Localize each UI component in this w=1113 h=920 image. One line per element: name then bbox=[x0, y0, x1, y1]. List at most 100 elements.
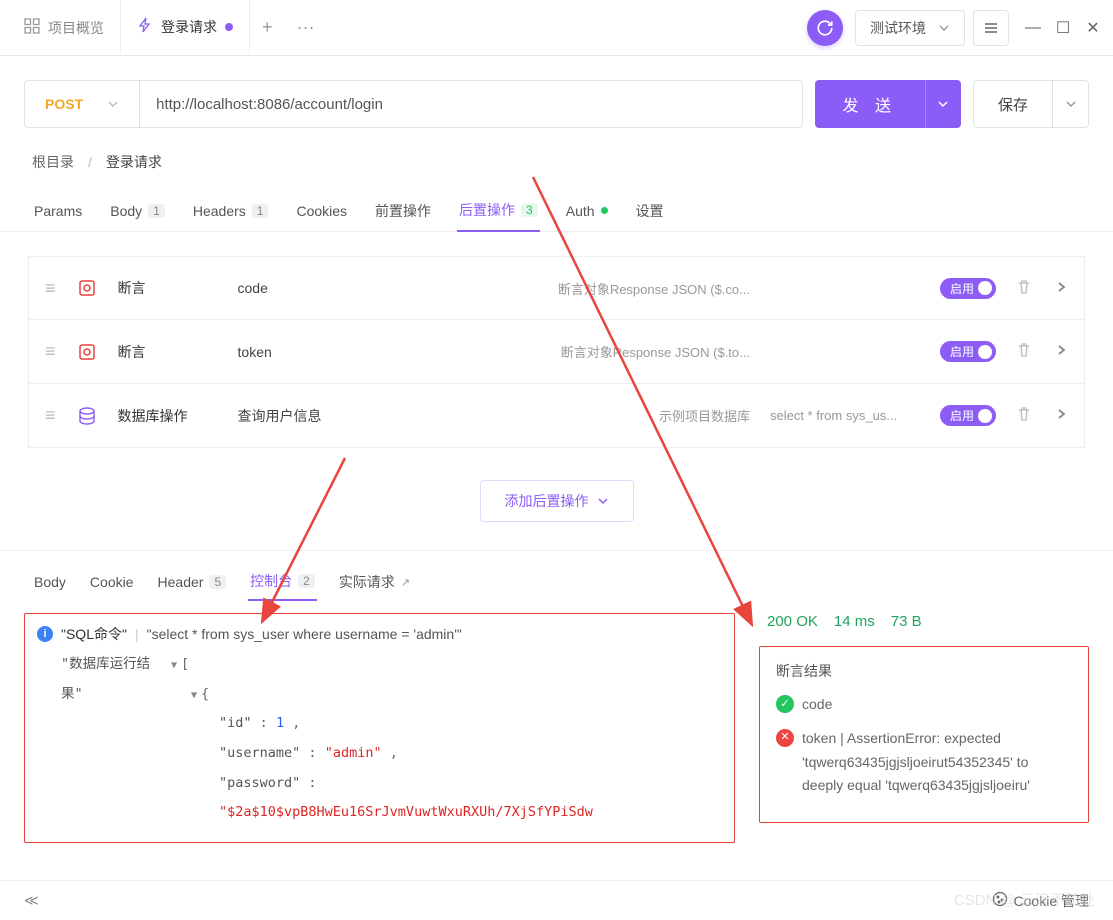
send-chevron[interactable] bbox=[925, 80, 961, 128]
tab-label: 项目概览 bbox=[48, 18, 104, 38]
method-label: POST bbox=[45, 96, 83, 112]
drag-handle-icon[interactable]: ≡ bbox=[45, 341, 56, 362]
chevron-down-icon bbox=[937, 98, 949, 110]
response-section: Body Cookie Header5 控制台2 实际请求↗ i "SQL命令"… bbox=[0, 550, 1113, 863]
top-tab-bar: 项目概览 登录请求 + ··· 测试环境 — ☐ ✕ bbox=[0, 0, 1113, 56]
menu-button[interactable] bbox=[973, 10, 1009, 46]
sync-button[interactable] bbox=[807, 10, 843, 46]
sql-command-value: "select * from sys_user where username =… bbox=[147, 626, 462, 642]
assertion-results: 断言结果 ✓ code ✕ token | AssertionError: ex… bbox=[759, 646, 1089, 823]
op-meta: 示例项目数据库 bbox=[659, 406, 750, 425]
tab-login-request[interactable]: 登录请求 bbox=[120, 0, 250, 55]
assert-pass-label: code bbox=[802, 693, 832, 717]
response-summary-column: 200 OK 14 ms 73 B 断言结果 ✓ code ✕ token | … bbox=[759, 613, 1089, 823]
drag-handle-icon[interactable]: ≡ bbox=[45, 405, 56, 426]
resp-tab-header[interactable]: Header5 bbox=[156, 566, 229, 598]
breadcrumb-root[interactable]: 根目录 bbox=[32, 152, 74, 172]
tab-more-button[interactable]: ··· bbox=[285, 17, 327, 38]
env-label: 测试环境 bbox=[870, 18, 926, 38]
assert-fail-label: token | AssertionError: expected 'tqwerq… bbox=[802, 727, 1072, 798]
send-label: 发 送 bbox=[815, 92, 925, 116]
status-code: 200 OK bbox=[767, 613, 818, 630]
expand-chevron[interactable] bbox=[1056, 280, 1068, 297]
enable-toggle[interactable]: 启用 bbox=[940, 341, 996, 362]
cookie-manager-button[interactable]: Cookie 管理 bbox=[992, 891, 1089, 911]
window-maximize-button[interactable]: ☐ bbox=[1051, 16, 1075, 40]
add-post-operation-button[interactable]: 添加后置操作 bbox=[480, 480, 634, 522]
status-size: 73 B bbox=[891, 613, 922, 630]
delete-button[interactable] bbox=[1016, 406, 1036, 425]
save-button[interactable]: 保存 bbox=[973, 80, 1089, 128]
operation-row-assert-code[interactable]: ≡ 断言 code 断言对象Response JSON ($.co... 启用 bbox=[28, 256, 1085, 320]
badge: 5 bbox=[209, 575, 226, 589]
tab-body[interactable]: Body1 bbox=[108, 193, 167, 229]
breadcrumb: 根目录 / 登录请求 bbox=[0, 144, 1113, 190]
tab-auth[interactable]: Auth bbox=[564, 193, 610, 229]
operation-row-db-query[interactable]: ≡ 数据库操作 查询用户信息 示例项目数据库 select * from sys… bbox=[28, 384, 1085, 448]
chevron-down-icon bbox=[107, 98, 119, 110]
external-link-icon: ↗ bbox=[401, 576, 410, 589]
op-meta: 断言对象Response JSON ($.co... bbox=[558, 279, 750, 298]
window-close-button[interactable]: ✕ bbox=[1081, 16, 1105, 40]
tab-post-operation[interactable]: 后置操作3 bbox=[457, 190, 540, 232]
operation-row-assert-token[interactable]: ≡ 断言 token 断言对象Response JSON ($.to... 启用 bbox=[28, 320, 1085, 384]
assert-title: 断言结果 bbox=[776, 661, 1072, 681]
badge: 1 bbox=[148, 204, 165, 218]
delete-button[interactable] bbox=[1016, 342, 1036, 361]
request-bar: POST 发 送 保存 bbox=[0, 56, 1113, 144]
save-label: 保存 bbox=[974, 94, 1052, 115]
collapse-button[interactable]: ≪ bbox=[24, 892, 39, 909]
enable-toggle[interactable]: 启用 bbox=[940, 405, 996, 426]
tab-settings[interactable]: 设置 bbox=[634, 191, 666, 231]
expand-chevron[interactable] bbox=[1056, 343, 1068, 360]
badge: 3 bbox=[521, 203, 538, 217]
grid-icon bbox=[24, 18, 40, 37]
enable-toggle[interactable]: 启用 bbox=[940, 278, 996, 299]
resp-tab-actual-request[interactable]: 实际请求↗ bbox=[337, 564, 412, 600]
environment-select[interactable]: 测试环境 bbox=[855, 10, 965, 46]
check-ok-icon: ✓ bbox=[776, 695, 794, 713]
method-select[interactable]: POST bbox=[24, 80, 139, 128]
cookie-mgr-label: Cookie 管理 bbox=[1014, 891, 1089, 911]
op-type: 断言 bbox=[118, 342, 218, 362]
assert-row-pass: ✓ code bbox=[776, 693, 1072, 717]
tab-cookies[interactable]: Cookies bbox=[294, 193, 349, 229]
db-result-json: ▼[ ▼{ "id" : 1 , "username" : "admin" , … bbox=[171, 650, 722, 828]
tab-headers[interactable]: Headers1 bbox=[191, 193, 271, 229]
op-meta: 断言对象Response JSON ($.to... bbox=[561, 342, 750, 361]
chevron-down-icon bbox=[938, 22, 950, 34]
save-chevron[interactable] bbox=[1052, 81, 1088, 127]
expand-chevron[interactable] bbox=[1056, 407, 1068, 424]
breadcrumb-current: 登录请求 bbox=[106, 152, 162, 172]
check-error-icon: ✕ bbox=[776, 729, 794, 747]
request-tabs: Params Body1 Headers1 Cookies 前置操作 后置操作3… bbox=[0, 190, 1113, 232]
send-button[interactable]: 发 送 bbox=[815, 80, 961, 128]
window-minimize-button[interactable]: — bbox=[1021, 16, 1045, 40]
auth-indicator-dot bbox=[601, 207, 608, 214]
url-input[interactable] bbox=[139, 80, 802, 128]
delete-button[interactable] bbox=[1016, 279, 1036, 298]
chevron-down-icon bbox=[1065, 98, 1077, 110]
badge: 1 bbox=[252, 204, 269, 218]
op-meta2: select * from sys_us... bbox=[770, 408, 920, 423]
drag-handle-icon[interactable]: ≡ bbox=[45, 278, 56, 299]
chevron-down-icon bbox=[597, 495, 609, 507]
db-result-label: "数据库运行结果" bbox=[61, 650, 171, 828]
op-name: 查询用户信息 bbox=[238, 406, 438, 426]
tab-params[interactable]: Params bbox=[32, 193, 84, 229]
lightning-icon bbox=[137, 17, 153, 36]
add-tab-button[interactable]: + bbox=[250, 17, 285, 38]
response-status: 200 OK 14 ms 73 B bbox=[759, 613, 1089, 630]
tab-project-overview[interactable]: 项目概览 bbox=[8, 0, 120, 55]
assert-row-fail: ✕ token | AssertionError: expected 'tqwe… bbox=[776, 727, 1072, 798]
op-name: code bbox=[238, 280, 438, 296]
breadcrumb-separator: / bbox=[88, 154, 92, 170]
console-output: i "SQL命令" | "select * from sys_user wher… bbox=[24, 613, 735, 843]
resp-tab-cookie[interactable]: Cookie bbox=[88, 566, 136, 598]
resp-tab-body[interactable]: Body bbox=[32, 566, 68, 598]
separator: | bbox=[135, 626, 139, 642]
resp-tab-console[interactable]: 控制台2 bbox=[248, 563, 317, 601]
unsaved-dot-icon bbox=[225, 23, 233, 31]
status-time: 14 ms bbox=[834, 613, 875, 630]
tab-pre-operation[interactable]: 前置操作 bbox=[373, 191, 433, 231]
